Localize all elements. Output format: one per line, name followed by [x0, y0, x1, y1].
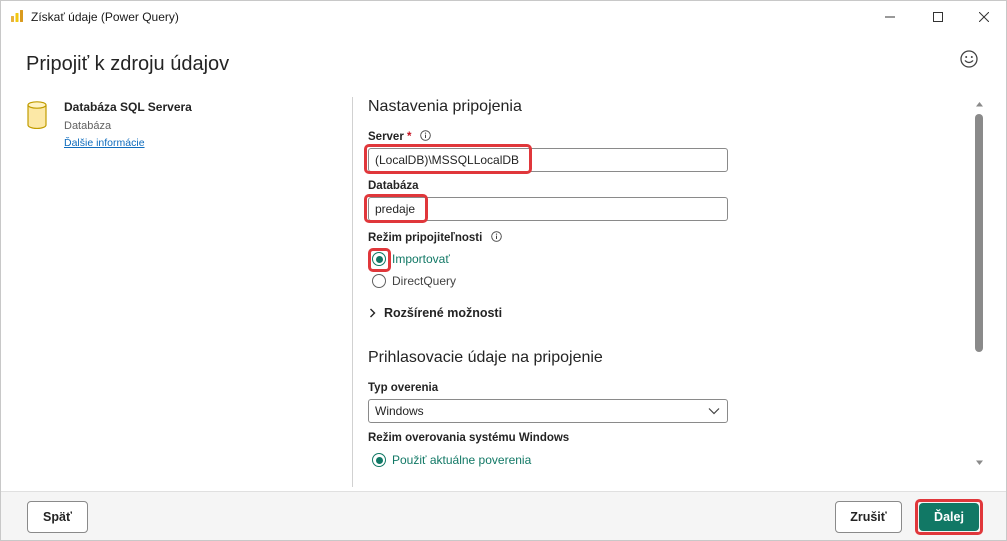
dialog-window: Získať údaje (Power Query) Pripojiť k zd… — [0, 0, 1007, 541]
database-input[interactable]: predaje — [368, 197, 728, 221]
more-info-link[interactable]: Ďalšie informácie — [64, 137, 145, 149]
next-button[interactable]: Ďalej — [919, 503, 979, 531]
title-bar: Získať údaje (Power Query) — [1, 1, 1006, 33]
radio-button-checked[interactable] — [372, 453, 386, 467]
cancel-button[interactable]: Zrušiť — [835, 501, 902, 533]
connectivity-mode-label-text: Režim pripojiteľnosti — [368, 232, 483, 244]
auth-type-value: Windows — [375, 404, 424, 418]
required-marker: * — [407, 131, 412, 143]
maximize-icon — [933, 12, 943, 22]
radio-directquery-label: DirectQuery — [392, 274, 457, 288]
radio-directquery[interactable]: DirectQuery — [372, 274, 456, 288]
page-title: Pripojiť k zdroju údajov — [26, 53, 230, 75]
advanced-options-toggle[interactable]: Rozšírené možnosti — [369, 306, 502, 320]
minimize-icon — [885, 16, 895, 18]
radio-current-credentials[interactable]: Použiť aktuálne poverenia — [372, 453, 531, 467]
info-icon[interactable] — [419, 130, 431, 141]
auth-type-select[interactable]: Windows — [368, 399, 728, 423]
credentials-title: Prihlasovacie údaje na pripojenie — [368, 349, 603, 366]
connectivity-mode-label: Režim pripojiteľnosti — [368, 231, 502, 244]
back-button[interactable]: Späť — [27, 501, 88, 533]
chevron-right-icon — [370, 308, 376, 318]
database-icon — [27, 101, 47, 129]
server-label: Server * — [368, 130, 431, 143]
window-title: Získať údaje (Power Query) — [31, 10, 179, 24]
server-input[interactable]: (LocalDB)\MSSQLLocalDB — [368, 148, 728, 172]
smiley-icon[interactable] — [959, 49, 979, 69]
scrollbar-thumb[interactable] — [975, 114, 983, 352]
close-button[interactable] — [961, 1, 1007, 33]
windows-mode-label: Režim overovania systému Windows — [368, 432, 570, 444]
minimize-button[interactable] — [867, 1, 913, 33]
close-icon — [979, 12, 989, 22]
server-label-text: Server — [368, 131, 404, 143]
radio-import[interactable]: Importovať — [372, 252, 450, 266]
panel-divider — [352, 97, 353, 487]
info-icon[interactable] — [490, 231, 502, 242]
maximize-button[interactable] — [915, 1, 961, 33]
radio-import-label: Importovať — [392, 252, 450, 266]
chevron-down-icon — [708, 408, 720, 415]
source-name: Databáza SQL Servera — [64, 100, 192, 114]
radio-current-credentials-label: Použiť aktuálne poverenia — [392, 453, 532, 467]
auth-type-label: Typ overenia — [368, 382, 439, 394]
radio-button[interactable] — [372, 274, 386, 288]
power-bi-icon — [11, 10, 23, 22]
source-type: Databáza — [64, 120, 112, 132]
scroll-down-icon[interactable] — [975, 458, 984, 467]
advanced-options-label: Rozšírené možnosti — [384, 306, 503, 320]
radio-button-checked[interactable] — [372, 252, 386, 266]
database-label: Databáza — [368, 180, 419, 192]
scroll-up-icon[interactable] — [975, 100, 984, 109]
connection-settings-title: Nastavenia pripojenia — [368, 98, 522, 115]
